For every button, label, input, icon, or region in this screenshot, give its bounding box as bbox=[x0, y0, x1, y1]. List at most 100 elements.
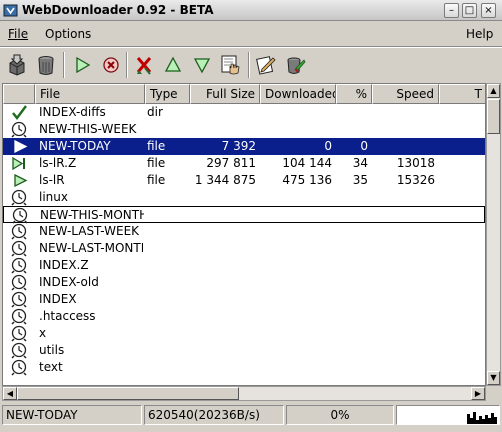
column-header-status[interactable] bbox=[3, 84, 35, 104]
move-up-icon bbox=[164, 56, 182, 72]
trash-button[interactable] bbox=[32, 51, 60, 79]
table-row[interactable]: NEW-TODAY file 7 392 0 0 bbox=[3, 138, 485, 155]
percent-cell: 35 bbox=[352, 173, 368, 187]
edit-icon bbox=[256, 56, 276, 75]
file-name-cell: text bbox=[39, 360, 63, 374]
table-row[interactable]: x bbox=[3, 325, 485, 342]
file-name-cell: linux bbox=[39, 190, 68, 204]
downloaded-cell: 0 bbox=[324, 139, 332, 153]
resume-icon bbox=[12, 156, 25, 171]
column-header-type[interactable]: Type bbox=[145, 84, 190, 104]
downloaded-cell: 104 144 bbox=[282, 156, 332, 170]
check-icon bbox=[12, 105, 27, 120]
grab-button[interactable] bbox=[217, 51, 245, 79]
title-bar[interactable]: WebDownloader 0.92 - BETA – □ × bbox=[0, 0, 502, 21]
delete-icon bbox=[136, 57, 152, 75]
type-cell: file bbox=[147, 173, 166, 187]
move-down-button[interactable] bbox=[188, 51, 216, 79]
table-row[interactable]: .htaccess bbox=[3, 308, 485, 325]
scroll-right-button[interactable]: ▶ bbox=[471, 387, 485, 400]
clock-icon bbox=[11, 121, 27, 138]
clock-icon bbox=[11, 325, 27, 342]
table-row[interactable]: INDEX-old bbox=[3, 274, 485, 291]
scroll-down-button[interactable]: ▼ bbox=[487, 371, 500, 385]
file-name-cell: utils bbox=[39, 343, 65, 357]
full-size-cell: 1 344 875 bbox=[194, 173, 256, 187]
clock-icon bbox=[11, 274, 27, 291]
download-icon bbox=[9, 54, 25, 76]
percent-cell: 0 bbox=[360, 139, 368, 153]
toolbar bbox=[0, 48, 502, 82]
play-icon bbox=[14, 173, 28, 188]
clock-icon bbox=[12, 207, 28, 224]
speed-cell: 15326 bbox=[396, 173, 435, 187]
window-title: WebDownloader 0.92 - BETA bbox=[22, 3, 214, 17]
table-row[interactable]: ls-lR.Z file 297 811 104 144 34 13018 bbox=[3, 155, 485, 172]
column-header-speed[interactable]: Speed bbox=[372, 84, 439, 104]
downloaded-cell: 475 136 bbox=[282, 173, 332, 187]
delete-button[interactable] bbox=[130, 51, 158, 79]
table-row[interactable]: NEW-LAST-WEEK bbox=[3, 223, 485, 240]
type-cell: dir bbox=[147, 105, 163, 119]
download-list[interactable]: File Type Full Size Downloaded % Speed T… bbox=[2, 83, 486, 386]
grab-icon bbox=[221, 55, 240, 75]
menu-help[interactable]: Help bbox=[466, 27, 493, 41]
scroll-left-button[interactable]: ◀ bbox=[3, 387, 17, 400]
column-header-time[interactable]: T bbox=[439, 84, 485, 104]
minimize-button[interactable]: – bbox=[444, 3, 459, 18]
vertical-scrollbar[interactable]: ▲ ▼ bbox=[486, 83, 501, 386]
table-row[interactable]: ls-lR file 1 344 875 475 136 35 15326 bbox=[3, 172, 485, 189]
clock-icon bbox=[11, 342, 27, 359]
maximize-button[interactable]: □ bbox=[462, 3, 477, 18]
vertical-scroll-thumb[interactable] bbox=[487, 99, 500, 134]
file-name-cell: NEW-TODAY bbox=[39, 139, 111, 153]
scroll-up-button[interactable]: ▲ bbox=[487, 84, 500, 98]
status-percent: 0% bbox=[286, 405, 394, 425]
status-bytes-rate: 620540(20236B/s) bbox=[144, 405, 284, 425]
horizontal-scroll-thumb[interactable] bbox=[17, 387, 239, 400]
file-name-cell: INDEX bbox=[39, 292, 77, 306]
table-row[interactable]: NEW-THIS-MONTH bbox=[3, 206, 485, 224]
column-header-downloaded[interactable]: Downloaded bbox=[260, 84, 336, 104]
full-size-cell: 297 811 bbox=[206, 156, 256, 170]
file-name-cell: NEW-LAST-MONTH bbox=[39, 241, 143, 255]
file-name-cell: NEW-LAST-WEEK bbox=[39, 224, 140, 238]
table-row[interactable]: linux bbox=[3, 189, 485, 206]
file-name-cell: INDEX-diffs bbox=[39, 105, 106, 119]
clock-icon bbox=[11, 308, 27, 325]
edit-button[interactable] bbox=[252, 51, 280, 79]
table-row[interactable]: NEW-LAST-MONTH bbox=[3, 240, 485, 257]
table-row[interactable]: INDEX bbox=[3, 291, 485, 308]
type-cell: file bbox=[147, 156, 166, 170]
download-button[interactable] bbox=[3, 51, 31, 79]
file-name-cell: INDEX-old bbox=[39, 275, 99, 289]
table-row[interactable]: INDEX-diffs dir bbox=[3, 104, 485, 121]
clock-icon bbox=[11, 223, 27, 240]
table-row[interactable]: NEW-THIS-WEEK bbox=[3, 121, 485, 138]
file-name-cell: .htaccess bbox=[39, 309, 96, 323]
clock-icon bbox=[11, 240, 27, 257]
clock-icon bbox=[11, 257, 27, 274]
close-button[interactable]: × bbox=[481, 3, 496, 18]
column-header-percent[interactable]: % bbox=[336, 84, 372, 104]
table-row[interactable]: INDEX.Z bbox=[3, 257, 485, 274]
clock-icon bbox=[11, 359, 27, 376]
toolbar-separator bbox=[248, 52, 250, 78]
toolbar-separator bbox=[126, 52, 128, 78]
table-row[interactable]: text bbox=[3, 359, 485, 376]
column-header-file[interactable]: File bbox=[35, 84, 145, 104]
clear-button[interactable] bbox=[281, 51, 309, 79]
move-down-icon bbox=[193, 58, 211, 74]
column-header-full-size[interactable]: Full Size bbox=[190, 84, 260, 104]
stop-button[interactable] bbox=[97, 51, 125, 79]
file-name-cell: x bbox=[39, 326, 47, 340]
speed-graph bbox=[396, 405, 500, 425]
menu-options[interactable]: Options bbox=[45, 27, 91, 41]
type-cell: file bbox=[147, 139, 166, 153]
table-row[interactable]: utils bbox=[3, 342, 485, 359]
menu-file[interactable]: File bbox=[8, 27, 28, 41]
file-name-cell: NEW-THIS-MONTH bbox=[40, 208, 144, 222]
horizontal-scrollbar[interactable]: ◀ ▶ bbox=[2, 386, 486, 401]
move-up-button[interactable] bbox=[159, 51, 187, 79]
start-button[interactable] bbox=[68, 51, 96, 79]
